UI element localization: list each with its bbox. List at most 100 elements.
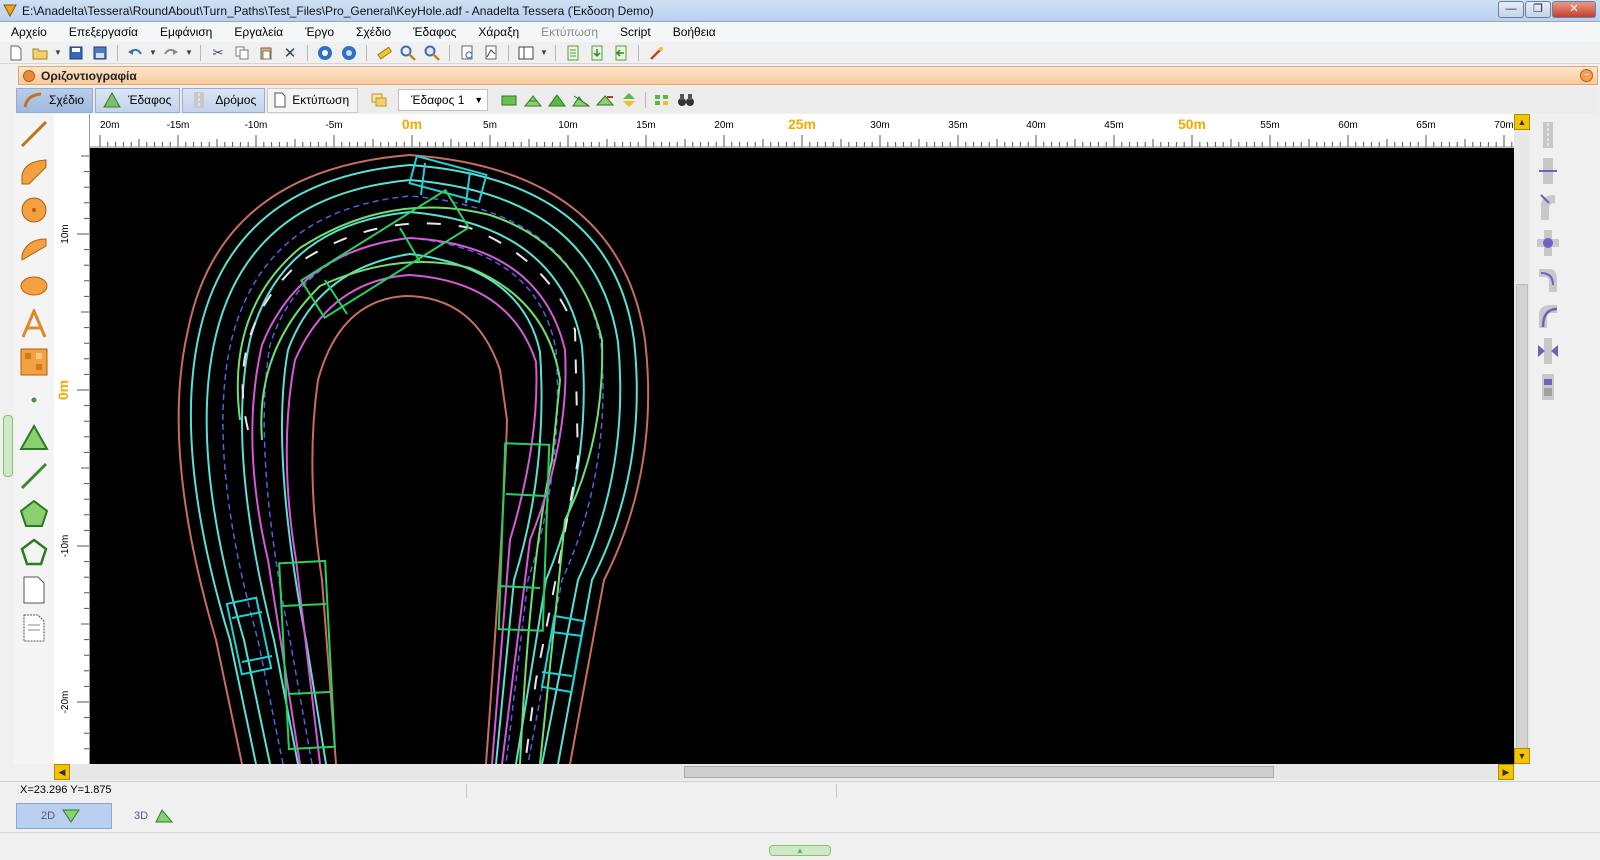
menu-help[interactable]: Βοήθεια (662, 22, 727, 42)
menu-print[interactable]: Εκτύπωση (530, 22, 609, 42)
save-all-icon[interactable] (90, 44, 110, 62)
ground-select[interactable]: Έδαφος 1 ▼ (398, 89, 489, 111)
menu-tools[interactable]: Εργαλεία (223, 22, 294, 42)
curve-tool-icon[interactable] (18, 232, 50, 264)
new-sheet-icon[interactable] (18, 574, 50, 606)
zoom-window-icon[interactable] (398, 44, 418, 62)
tab-3d[interactable]: 3D (110, 803, 206, 829)
ground-surface-icon[interactable] (498, 90, 520, 110)
menu-alignment[interactable]: Χάραξη (467, 22, 530, 42)
road-end-icon[interactable] (1535, 372, 1561, 402)
menu-project[interactable]: Έργο (294, 22, 345, 42)
view-tabs: 2D 3D (0, 800, 1600, 830)
new-file-icon[interactable] (6, 44, 26, 62)
road-split-icon[interactable] (1535, 156, 1561, 186)
scroll-down-arrow[interactable]: ▼ (1514, 748, 1530, 764)
road-icon (194, 92, 205, 108)
redo-icon[interactable] (161, 44, 181, 62)
tab-2d[interactable]: 2D (16, 803, 112, 829)
horizontal-scroll-thumb[interactable] (684, 766, 1274, 778)
menu-drawing[interactable]: Σχέδιο (345, 22, 402, 42)
polygon-tool-icon[interactable] (18, 498, 50, 530)
delete-icon[interactable]: ✕ (280, 44, 300, 62)
tab-ground[interactable]: Έδαφος (95, 87, 181, 113)
layout-dropdown-icon[interactable]: ▼ (540, 44, 548, 62)
ellipse-tool-icon[interactable] (18, 270, 50, 302)
tab-print[interactable]: Εκτύπωση (267, 87, 359, 113)
toolbar-separator (117, 44, 118, 61)
circle-tool-icon[interactable] (18, 194, 50, 226)
layers-icon[interactable] (368, 90, 390, 110)
paste-icon[interactable] (256, 44, 276, 62)
import-icon[interactable] (587, 44, 607, 62)
boundary-tool-icon[interactable] (18, 536, 50, 568)
plan-canvas[interactable] (90, 148, 1514, 764)
redo-dropdown-icon[interactable]: ▼ (185, 44, 193, 62)
hatch-tool-icon[interactable] (18, 346, 50, 378)
breakline-tool-icon[interactable] (18, 460, 50, 492)
roundabout-icon[interactable] (1535, 228, 1561, 258)
close-button[interactable]: ✕ (1552, 1, 1596, 18)
grid-points-icon[interactable] (651, 90, 673, 110)
ground-edit-icon[interactable] (570, 90, 592, 110)
point-tool-icon[interactable] (18, 384, 50, 416)
ruler-label: 60m (1338, 120, 1357, 131)
wizard-icon[interactable] (646, 44, 666, 62)
line-tool-icon[interactable] (18, 118, 50, 150)
arc-tool-icon[interactable] (18, 156, 50, 188)
export-icon[interactable] (611, 44, 631, 62)
scroll-right-arrow[interactable]: ▶ (1498, 764, 1514, 780)
left-panel-grip[interactable] (3, 415, 13, 477)
text-tool-icon[interactable] (18, 308, 50, 340)
ground-raise-icon[interactable] (618, 90, 640, 110)
bottom-panel-grip[interactable]: ▲ (769, 845, 831, 856)
tab-road[interactable]: Δρόμος (182, 87, 266, 113)
scroll-up-arrow[interactable]: ▲ (1514, 114, 1530, 130)
save-icon[interactable] (66, 44, 86, 62)
panel-collapse-button[interactable]: − (1580, 69, 1593, 82)
sheet-list-icon[interactable] (18, 612, 50, 644)
road-curve-icon[interactable] (1535, 192, 1561, 222)
menu-file[interactable]: Αρχείο (0, 22, 58, 42)
maximize-button[interactable]: ❐ (1525, 1, 1551, 18)
ground-remove-icon[interactable] (594, 90, 616, 110)
magenta-swept-path-inner (285, 273, 538, 764)
road-junction-icon[interactable] (1535, 336, 1561, 366)
list-icon[interactable] (563, 44, 583, 62)
undo-icon[interactable] (125, 44, 145, 62)
binoculars-icon[interactable] (675, 90, 697, 110)
measure-icon[interactable] (374, 44, 394, 62)
menu-edit[interactable]: Επεξεργασία (58, 22, 149, 42)
menu-view[interactable]: Εμφάνιση (149, 22, 223, 42)
plot-icon[interactable] (481, 44, 501, 62)
tab-print-label: Εκτύπωση (292, 93, 350, 107)
open-folder-icon[interactable] (30, 44, 50, 62)
vertical-scrollbar[interactable]: ▲ ▼ (1514, 114, 1530, 764)
road-bend-icon[interactable] (1535, 300, 1561, 330)
copy-icon[interactable] (232, 44, 252, 62)
print-preview-icon[interactable] (457, 44, 477, 62)
undo-dropdown-icon[interactable]: ▼ (149, 44, 157, 62)
page-icon (274, 92, 286, 108)
minimize-button[interactable]: — (1498, 1, 1524, 18)
ground-triangulate-icon[interactable] (522, 90, 544, 110)
road-turn-icon[interactable] (1535, 264, 1561, 294)
layout-icon[interactable] (516, 44, 536, 62)
menu-script[interactable]: Script (609, 22, 662, 42)
ruler-label: 10m (558, 120, 577, 131)
zoom-out-icon[interactable] (339, 44, 359, 62)
open-dropdown-icon[interactable]: ▼ (54, 44, 62, 62)
triangle-tool-icon[interactable] (18, 422, 50, 454)
zoom-extents-icon[interactable] (422, 44, 442, 62)
panel-icon (23, 70, 35, 82)
menu-ground[interactable]: Έδαφος (402, 22, 467, 42)
scroll-left-arrow[interactable]: ◀ (54, 764, 70, 780)
vertical-scroll-thumb[interactable] (1516, 284, 1528, 764)
ground-contours-icon[interactable] (546, 90, 568, 110)
horizontal-scrollbar[interactable]: ◀ ▶ (54, 764, 1514, 780)
cut-icon[interactable]: ✂ (208, 44, 228, 62)
zoom-in-icon[interactable] (315, 44, 335, 62)
panel-title: Οριζοντιογραφία (41, 69, 137, 83)
road-straight-icon[interactable] (1535, 120, 1561, 150)
tab-drawing[interactable]: Σχέδιο (16, 87, 94, 113)
